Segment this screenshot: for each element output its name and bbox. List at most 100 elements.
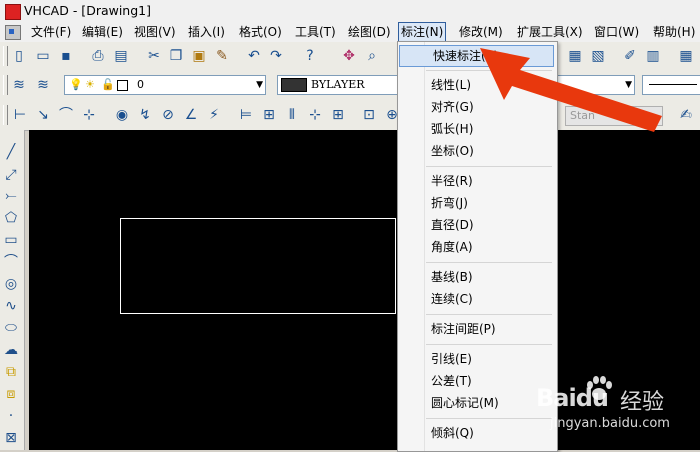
point-icon[interactable]: · xyxy=(3,408,19,424)
angular-dimension-icon[interactable]: ∠ xyxy=(183,107,199,123)
menu-item-leader[interactable]: 引线(E) xyxy=(398,349,555,369)
menu-item-dimension-space[interactable]: 标注间距(P) xyxy=(398,319,555,339)
menu-separator xyxy=(426,418,552,419)
pan-icon[interactable]: ✥ xyxy=(341,48,357,64)
ordinate-dimension-icon[interactable]: ⊹ xyxy=(81,107,97,123)
color-combo[interactable]: BYLAYER xyxy=(277,75,399,95)
menu-item-angular[interactable]: 角度(A) xyxy=(398,237,555,257)
match-properties-icon[interactable]: ✎ xyxy=(214,48,230,64)
quick-dimension-icon[interactable]: ⚡ xyxy=(206,107,222,123)
menu-dimension[interactable]: 标注(N) xyxy=(398,22,447,42)
menu-view[interactable]: 视图(V) xyxy=(132,23,178,41)
menu-insert[interactable]: 插入(I) xyxy=(186,23,227,41)
menu-item-center-mark[interactable]: 圆心标记(M) xyxy=(398,393,555,413)
new-file-icon[interactable]: ▯ xyxy=(11,48,27,64)
continue-dimension-icon[interactable]: ⊞ xyxy=(261,107,277,123)
menu-separator xyxy=(426,262,552,263)
dropdown-arrow-icon: ▼ xyxy=(256,80,263,90)
watermark-brand-cn: 经验 xyxy=(620,390,665,415)
layer-color-swatch xyxy=(117,80,128,91)
spline-icon[interactable]: ∿ xyxy=(3,298,19,314)
layer-previous-icon[interactable]: ≋ xyxy=(35,77,51,93)
color-swatch xyxy=(281,78,307,92)
arrow-shape xyxy=(480,48,662,132)
toolbar-grip[interactable] xyxy=(3,46,8,66)
polyline-icon[interactable]: ⤚ xyxy=(3,188,19,204)
open-file-icon[interactable]: ▭ xyxy=(35,48,51,64)
zoom-realtime-icon[interactable]: ⌕ xyxy=(364,48,380,64)
hatch-icon[interactable]: ⊠ xyxy=(3,430,19,446)
redo-icon[interactable]: ↷ xyxy=(268,48,284,64)
menu-item-jogged[interactable]: 折弯(J) xyxy=(398,193,555,213)
tolerance-icon[interactable]: ⊞ xyxy=(330,107,346,123)
menu-file[interactable]: 文件(F) xyxy=(29,23,73,41)
menu-window[interactable]: 窗口(W) xyxy=(592,23,641,41)
polygon-icon[interactable]: ⬠ xyxy=(3,210,19,226)
drawn-rectangle[interactable] xyxy=(120,218,396,314)
menu-item-diameter[interactable]: 直径(D) xyxy=(398,215,555,235)
menu-item-tolerance[interactable]: 公差(T) xyxy=(398,371,555,391)
make-block-icon[interactable]: ⧈ xyxy=(3,386,19,402)
baidu-jingyan-watermark: Baidu 经验 jingyan.baidu.com xyxy=(536,374,700,450)
layer-name: 0 xyxy=(137,78,144,91)
line-icon[interactable]: ╱ xyxy=(3,144,19,160)
copy-icon[interactable]: ❐ xyxy=(168,48,184,64)
watermark-brand: Baidu xyxy=(536,384,609,412)
menu-draw[interactable]: 绘图(D) xyxy=(346,23,393,41)
arc-icon[interactable]: ⌒ xyxy=(3,254,19,270)
print-icon[interactable]: ⎙ xyxy=(90,48,106,64)
linear-dimension-icon[interactable]: ⊢ xyxy=(12,107,28,123)
draw-toolbar: ╱ ⤢ ⤚ ⬠ ▭ ⌒ ◎ ∿ ⬭ ☁ ⧉ ⧈ · ⊠ xyxy=(0,130,25,450)
center-mark-icon[interactable]: ⊡ xyxy=(361,107,377,123)
menu-separator xyxy=(426,314,552,315)
insert-block-icon[interactable]: ⧉ xyxy=(3,364,19,380)
menu-item-baseline[interactable]: 基线(B) xyxy=(398,267,555,287)
light-bulb-icon: 💡 xyxy=(69,78,83,91)
menu-modify[interactable]: 修改(M) xyxy=(457,23,505,41)
save-icon[interactable]: ▪ xyxy=(58,48,74,64)
annotation-arrow xyxy=(480,48,662,132)
app-icon xyxy=(5,4,21,20)
watermark-url: jingyan.baidu.com xyxy=(550,416,670,431)
radius-dimension-icon[interactable]: ◉ xyxy=(114,107,130,123)
dimension-update-icon[interactable]: ✍ xyxy=(678,107,694,123)
grid-icon[interactable]: ▦ xyxy=(678,48,694,64)
color-name: BYLAYER xyxy=(311,78,365,91)
rectangle-icon[interactable]: ▭ xyxy=(3,232,19,248)
help-icon[interactable]: ? xyxy=(302,48,318,64)
jogged-dimension-icon[interactable]: ↯ xyxy=(137,107,153,123)
undo-icon[interactable]: ↶ xyxy=(246,48,262,64)
toolbar-grip[interactable] xyxy=(3,105,8,125)
menu-item-continue[interactable]: 连续(C) xyxy=(398,289,555,309)
menu-format[interactable]: 格式(O) xyxy=(237,23,284,41)
unlock-icon: 🔓 xyxy=(101,78,115,91)
sun-icon: ☀ xyxy=(85,78,95,91)
menu-extension-tools[interactable]: 扩展工具(X) xyxy=(515,23,585,41)
baseline-dimension-icon[interactable]: ⊨ xyxy=(238,107,254,123)
revision-cloud-icon[interactable]: ☁ xyxy=(3,342,19,358)
construction-line-icon[interactable]: ⤢ xyxy=(3,167,19,183)
ellipse-icon[interactable]: ⬭ xyxy=(3,320,19,336)
menu-separator xyxy=(426,166,552,167)
leader-icon[interactable]: ⊹ xyxy=(307,107,323,123)
menu-item-ordinate[interactable]: 坐标(O) xyxy=(398,141,555,161)
menu-tools[interactable]: 工具(T) xyxy=(293,23,338,41)
arc-length-icon[interactable]: ⌒ xyxy=(58,107,74,123)
diameter-dimension-icon[interactable]: ⊘ xyxy=(160,107,176,123)
circle-icon[interactable]: ◎ xyxy=(3,276,19,292)
window-title: VHCAD - [Drawing1] xyxy=(24,3,151,18)
menu-edit[interactable]: 编辑(E) xyxy=(80,23,125,41)
document-window-icon[interactable] xyxy=(5,25,21,40)
title-bar: VHCAD - [Drawing1] xyxy=(0,0,700,23)
aligned-dimension-icon[interactable]: ↘ xyxy=(35,107,51,123)
layer-combo[interactable]: 💡 ☀ 🔓 0 ▼ xyxy=(64,75,266,95)
layer-manager-icon[interactable]: ≋ xyxy=(11,77,27,93)
toolbar-grip[interactable] xyxy=(3,75,8,95)
menu-item-radius[interactable]: 半径(R) xyxy=(398,171,555,191)
cut-icon[interactable]: ✂ xyxy=(146,48,162,64)
dimension-space-icon[interactable]: ⫴ xyxy=(284,107,300,123)
paste-icon[interactable]: ▣ xyxy=(191,48,207,64)
menu-item-oblique[interactable]: 倾斜(Q) xyxy=(398,423,555,443)
menu-help[interactable]: 帮助(H) xyxy=(651,23,697,41)
print-preview-icon[interactable]: ▤ xyxy=(113,48,129,64)
